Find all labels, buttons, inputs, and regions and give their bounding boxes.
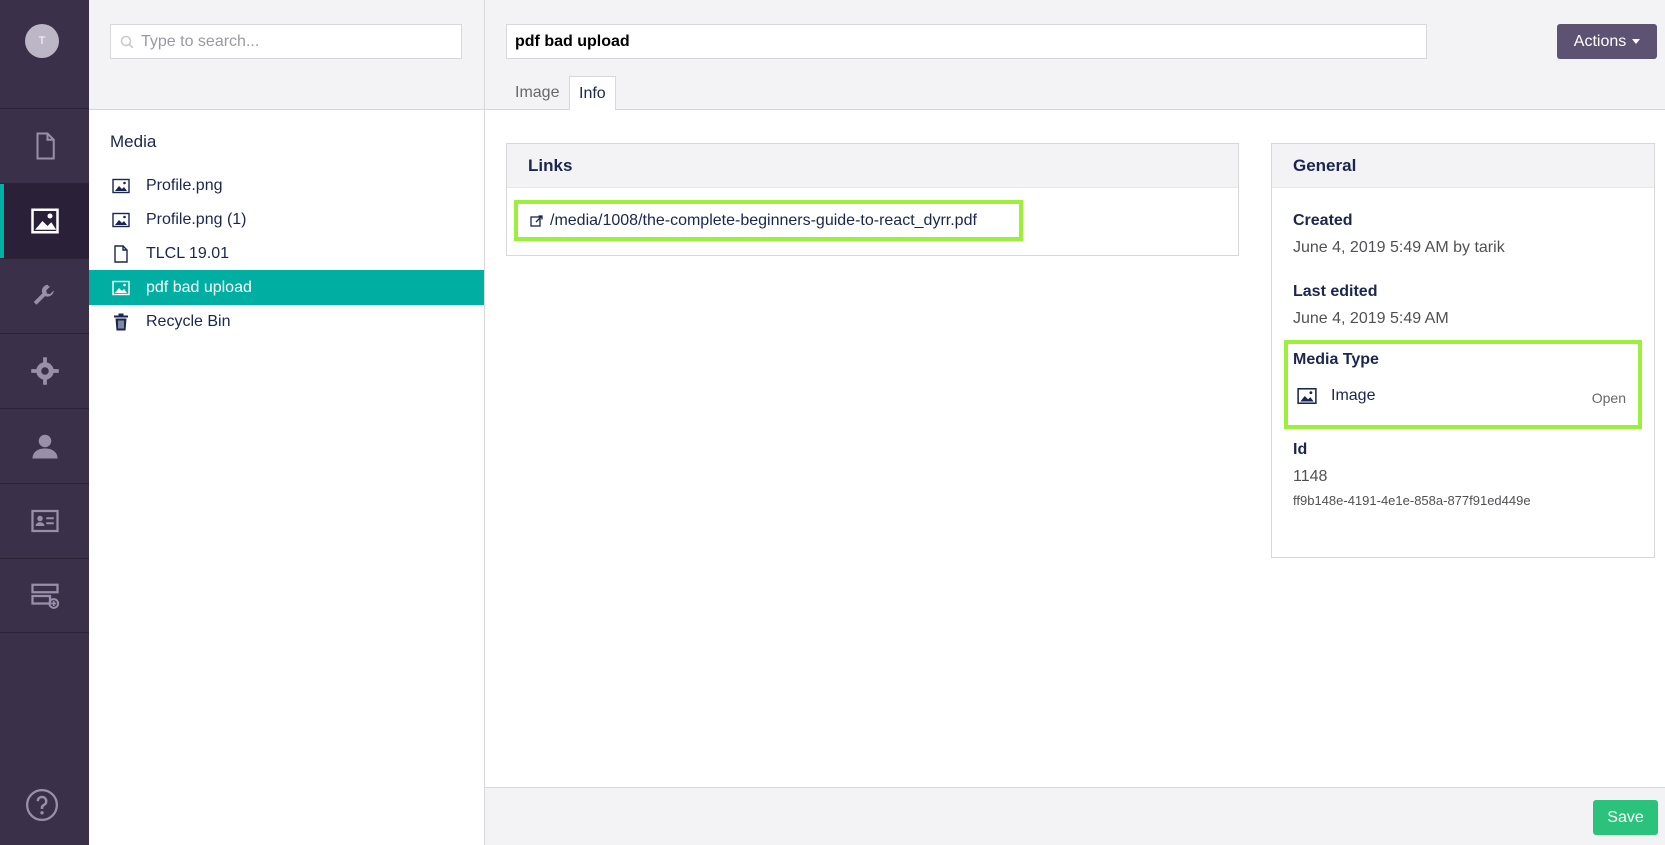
wrench-icon: [33, 284, 54, 305]
app-sidebar: T: [0, 0, 89, 845]
tree-item-label: Profile.png: [146, 176, 223, 194]
section-content[interactable]: [0, 108, 89, 183]
media-link-url: /media/1008/the-complete-beginners-guide…: [550, 211, 977, 229]
tree-item-label: Profile.png (1): [146, 210, 247, 228]
help-icon[interactable]: [25, 788, 59, 822]
tree-title[interactable]: Media: [110, 132, 156, 152]
last-edited-label: Last edited: [1293, 283, 1378, 300]
gear-icon: [30, 357, 59, 385]
last-edited-value: June 4, 2019 5:49 AM: [1293, 310, 1449, 327]
general-box: General Created June 4, 2019 5:49 AM by …: [1271, 143, 1655, 558]
section-media[interactable]: [0, 183, 89, 258]
document-icon: [36, 132, 55, 160]
tree-header: [89, 0, 485, 110]
search-box: [110, 24, 462, 59]
section-settings[interactable]: [0, 258, 89, 333]
media-type-value: Image: [1331, 387, 1376, 404]
section-members[interactable]: [0, 483, 89, 558]
created-value: June 4, 2019 5:49 AM by tarik: [1293, 239, 1505, 256]
tree-item-pdf-bad-upload[interactable]: pdf bad upload: [89, 270, 484, 305]
image-icon: [1297, 388, 1317, 404]
trash-icon: [114, 313, 128, 330]
tree-item-label: pdf bad upload: [146, 278, 252, 296]
tab-image[interactable]: Image: [506, 76, 568, 110]
section-packages[interactable]: [0, 333, 89, 408]
tree-item-profile-png-1[interactable]: Profile.png (1): [89, 202, 484, 237]
tab-info[interactable]: Info: [569, 76, 616, 111]
image-icon: [112, 212, 130, 227]
search-input[interactable]: [141, 32, 451, 51]
general-title: General: [1272, 144, 1654, 188]
editor-header: Actions Image Info: [485, 0, 1665, 111]
document-icon: [114, 244, 128, 263]
image-icon: [112, 178, 130, 193]
links-title: Links: [507, 144, 1238, 188]
editor-footer: Save: [485, 787, 1665, 845]
media-type-label: Media Type: [1293, 351, 1379, 368]
avatar[interactable]: T: [25, 24, 59, 58]
tree-item-recycle-bin[interactable]: Recycle Bin: [89, 304, 484, 339]
external-link-icon: [530, 214, 543, 227]
id-value: 1148: [1293, 468, 1328, 485]
section-forms[interactable]: [0, 558, 89, 633]
media-type-open-link[interactable]: Open: [1592, 390, 1626, 406]
media-type-item: Image: [1297, 386, 1627, 406]
image-icon: [30, 208, 59, 234]
section-users[interactable]: [0, 408, 89, 483]
save-button[interactable]: Save: [1593, 800, 1658, 835]
media-type-section: Media Type Image Open: [1284, 340, 1642, 429]
caret-down-icon: [1632, 39, 1641, 44]
user-icon: [32, 434, 57, 459]
info-panel: Links /media/1008/the-complete-beginners…: [485, 110, 1665, 787]
search-icon: [120, 35, 134, 48]
media-link[interactable]: /media/1008/the-complete-beginners-guide…: [514, 200, 1023, 241]
image-icon: [112, 280, 130, 295]
actions-button[interactable]: Actions: [1557, 24, 1657, 59]
tree-item-profile-png[interactable]: Profile.png: [89, 168, 484, 203]
id-label: Id: [1293, 441, 1308, 458]
links-box: Links /media/1008/the-complete-beginners…: [506, 143, 1239, 256]
tree-item-label: Recycle Bin: [146, 312, 231, 330]
actions-label: Actions: [1573, 32, 1627, 50]
id-card-icon: [30, 509, 59, 533]
tree-item-tlcl[interactable]: TLCL 19.01: [89, 236, 484, 271]
guid-value: ff9b148e-4191-4e1e-858a-877f91ed449e: [1293, 493, 1531, 508]
media-tree: Media Profile.png Profile.png (1) TLCL 1…: [89, 110, 485, 845]
tree-item-label: TLCL 19.01: [146, 244, 230, 262]
created-label: Created: [1293, 212, 1353, 229]
name-field[interactable]: [506, 24, 1427, 59]
forms-icon: [30, 583, 59, 609]
